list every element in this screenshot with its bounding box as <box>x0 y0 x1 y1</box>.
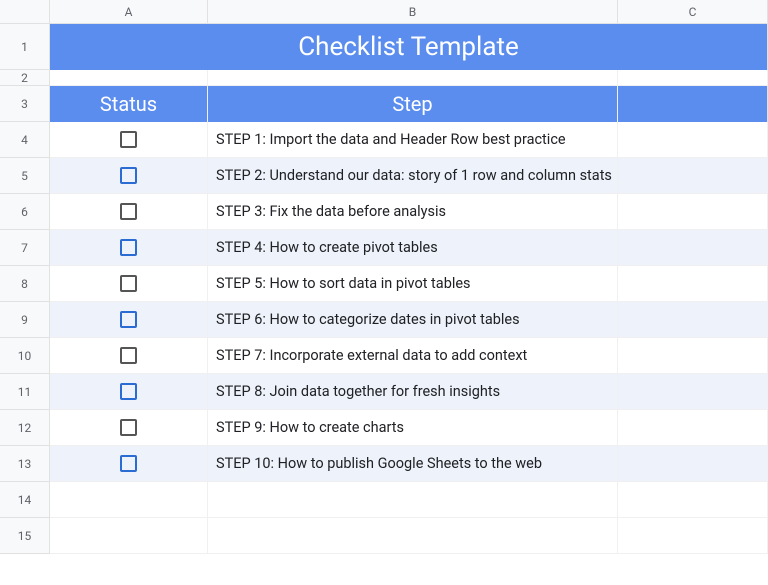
row-header-13[interactable]: 13 <box>0 446 50 482</box>
cell-b14[interactable] <box>208 482 618 518</box>
row-header-2[interactable]: 2 <box>0 70 50 86</box>
cell-c2[interactable] <box>618 70 768 86</box>
cell-a2[interactable] <box>50 70 208 86</box>
cell-b8[interactable]: STEP 5: How to sort data in pivot tables <box>208 266 618 302</box>
row-header-14[interactable]: 14 <box>0 482 50 518</box>
cell-c7[interactable] <box>618 230 768 266</box>
cell-b4[interactable]: STEP 1: Import the data and Header Row b… <box>208 122 618 158</box>
cell-a9[interactable] <box>50 302 208 338</box>
cell-a7[interactable] <box>50 230 208 266</box>
cell-b2[interactable] <box>208 70 618 86</box>
cell-b15[interactable] <box>208 518 618 554</box>
cell-b6[interactable]: STEP 3: Fix the data before analysis <box>208 194 618 230</box>
header-step[interactable]: Step <box>208 86 618 122</box>
cell-c8[interactable] <box>618 266 768 302</box>
cell-c12[interactable] <box>618 410 768 446</box>
row-header-12[interactable]: 12 <box>0 410 50 446</box>
cell-b13[interactable]: STEP 10: How to publish Google Sheets to… <box>208 446 618 482</box>
cell-a10[interactable] <box>50 338 208 374</box>
header-status[interactable]: Status <box>50 86 208 122</box>
cell-b10[interactable]: STEP 7: Incorporate external data to add… <box>208 338 618 374</box>
cell-b11[interactable]: STEP 8: Join data together for fresh ins… <box>208 374 618 410</box>
column-header-b[interactable]: B <box>208 0 618 24</box>
checkbox-icon[interactable] <box>120 419 137 436</box>
checkbox-icon[interactable] <box>120 347 137 364</box>
row-header-4[interactable]: 4 <box>0 122 50 158</box>
cell-b12[interactable]: STEP 9: How to create charts <box>208 410 618 446</box>
cell-a4[interactable] <box>50 122 208 158</box>
checkbox-icon[interactable] <box>120 383 137 400</box>
cell-a11[interactable] <box>50 374 208 410</box>
cell-a8[interactable] <box>50 266 208 302</box>
spreadsheet-grid: A B C 1 Checklist Template 2 3 Status St… <box>0 0 768 554</box>
cell-a5[interactable] <box>50 158 208 194</box>
cell-a12[interactable] <box>50 410 208 446</box>
checkbox-icon[interactable] <box>120 203 137 220</box>
checkbox-icon[interactable] <box>120 275 137 292</box>
cell-c15[interactable] <box>618 518 768 554</box>
cell-c6[interactable] <box>618 194 768 230</box>
cell-c11[interactable] <box>618 374 768 410</box>
checkbox-icon[interactable] <box>120 311 137 328</box>
row-header-15[interactable]: 15 <box>0 518 50 554</box>
cell-c5[interactable] <box>618 158 768 194</box>
row-header-11[interactable]: 11 <box>0 374 50 410</box>
cell-c14[interactable] <box>618 482 768 518</box>
cell-a15[interactable] <box>50 518 208 554</box>
title-cell[interactable]: Checklist Template <box>50 24 768 70</box>
checkbox-icon[interactable] <box>120 131 137 148</box>
row-header-3[interactable]: 3 <box>0 86 50 122</box>
cell-c4[interactable] <box>618 122 768 158</box>
row-header-7[interactable]: 7 <box>0 230 50 266</box>
cell-c3[interactable] <box>618 86 768 122</box>
cell-a13[interactable] <box>50 446 208 482</box>
cell-c13[interactable] <box>618 446 768 482</box>
checkbox-icon[interactable] <box>120 239 137 256</box>
row-header-5[interactable]: 5 <box>0 158 50 194</box>
row-header-10[interactable]: 10 <box>0 338 50 374</box>
row-header-6[interactable]: 6 <box>0 194 50 230</box>
column-header-c[interactable]: C <box>618 0 768 24</box>
checkbox-icon[interactable] <box>120 167 137 184</box>
cell-c9[interactable] <box>618 302 768 338</box>
row-header-1[interactable]: 1 <box>0 24 50 70</box>
cell-a6[interactable] <box>50 194 208 230</box>
cell-b7[interactable]: STEP 4: How to create pivot tables <box>208 230 618 266</box>
row-header-8[interactable]: 8 <box>0 266 50 302</box>
column-header-a[interactable]: A <box>50 0 208 24</box>
row-header-9[interactable]: 9 <box>0 302 50 338</box>
cell-b9[interactable]: STEP 6: How to categorize dates in pivot… <box>208 302 618 338</box>
cell-b5[interactable]: STEP 2: Understand our data: story of 1 … <box>208 158 618 194</box>
cell-c10[interactable] <box>618 338 768 374</box>
cell-a14[interactable] <box>50 482 208 518</box>
select-all-corner[interactable] <box>0 0 50 24</box>
checkbox-icon[interactable] <box>120 455 137 472</box>
